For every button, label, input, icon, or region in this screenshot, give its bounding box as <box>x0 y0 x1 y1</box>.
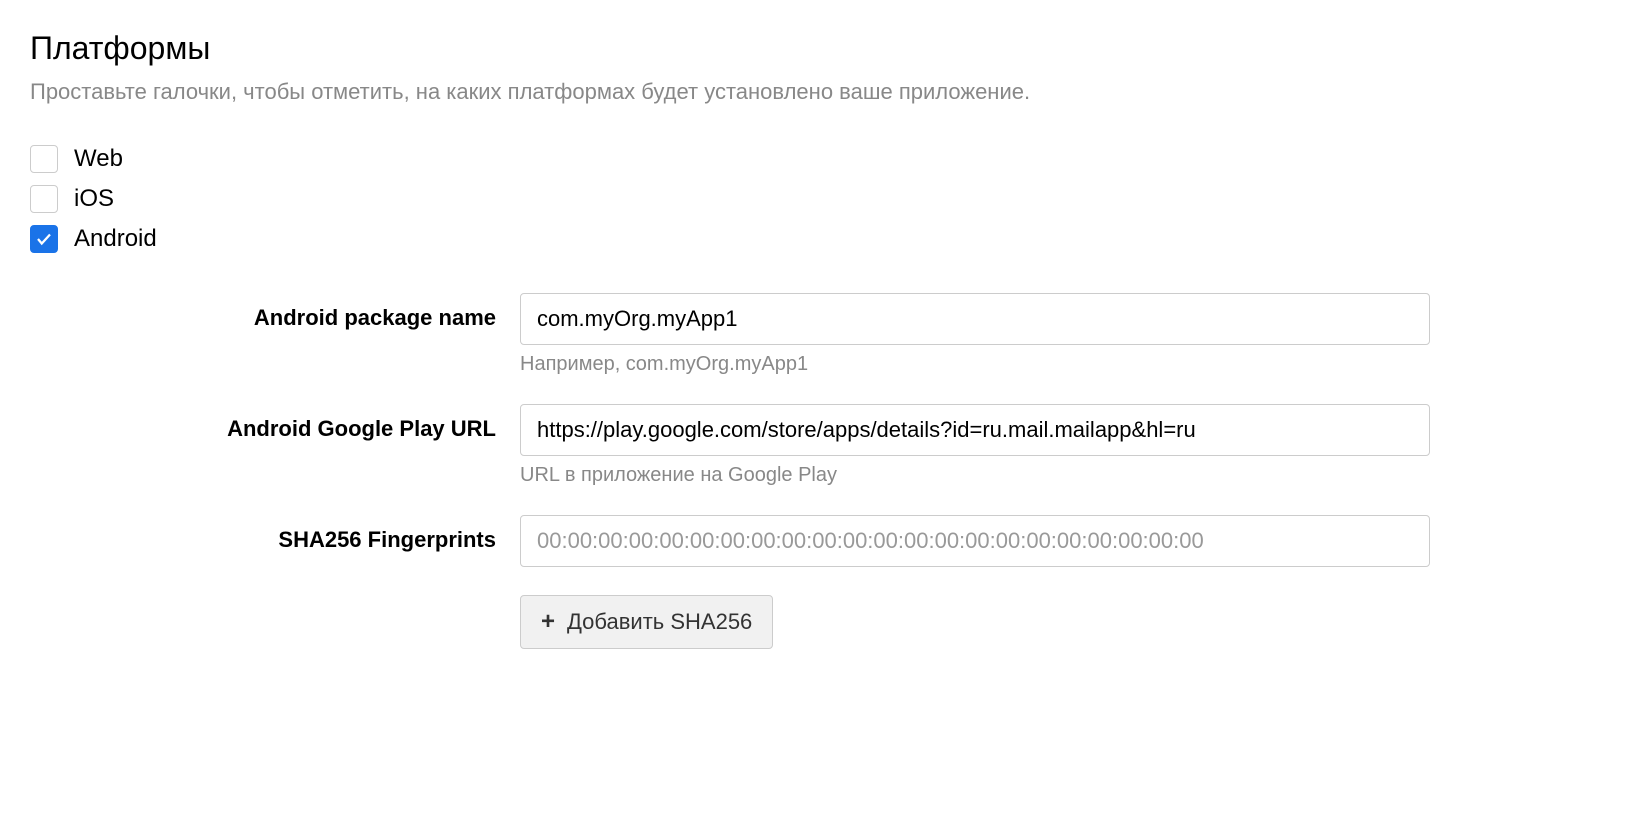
page-subtitle: Проставьте галочки, чтобы отметить, на к… <box>30 79 1596 105</box>
form-row-sha256: SHA256 Fingerprints <box>30 515 1596 567</box>
input-play-url[interactable] <box>520 404 1430 456</box>
page-title: Платформы <box>30 30 1596 67</box>
add-sha256-button[interactable]: + Добавить SHA256 <box>520 595 773 649</box>
input-sha256[interactable] <box>520 515 1430 567</box>
platform-row-web: Web <box>30 145 1596 173</box>
checkbox-android[interactable] <box>30 225 58 253</box>
input-package-name[interactable] <box>520 293 1430 345</box>
check-icon <box>35 230 53 248</box>
add-sha256-button-label: Добавить SHA256 <box>567 609 752 635</box>
platform-checkbox-list: Web iOS Android <box>30 145 1596 253</box>
form-row-add-button: + Добавить SHA256 <box>30 595 1596 649</box>
label-sha256: SHA256 Fingerprints <box>30 515 520 553</box>
label-play-url: Android Google Play URL <box>30 404 520 442</box>
hint-package-name: Например, com.myOrg.myApp1 <box>520 353 1430 376</box>
label-package-name: Android package name <box>30 293 520 331</box>
plus-icon: + <box>541 608 555 636</box>
platform-row-android: Android <box>30 225 1596 253</box>
checkbox-label-ios: iOS <box>74 185 114 213</box>
checkbox-label-android: Android <box>74 225 157 253</box>
checkbox-web[interactable] <box>30 145 58 173</box>
checkbox-ios[interactable] <box>30 185 58 213</box>
form-row-package-name: Android package name Например, com.myOrg… <box>30 293 1596 376</box>
form-row-play-url: Android Google Play URL URL в приложение… <box>30 404 1596 487</box>
checkbox-label-web: Web <box>74 145 123 173</box>
platform-row-ios: iOS <box>30 185 1596 213</box>
hint-play-url: URL в приложение на Google Play <box>520 464 1430 487</box>
